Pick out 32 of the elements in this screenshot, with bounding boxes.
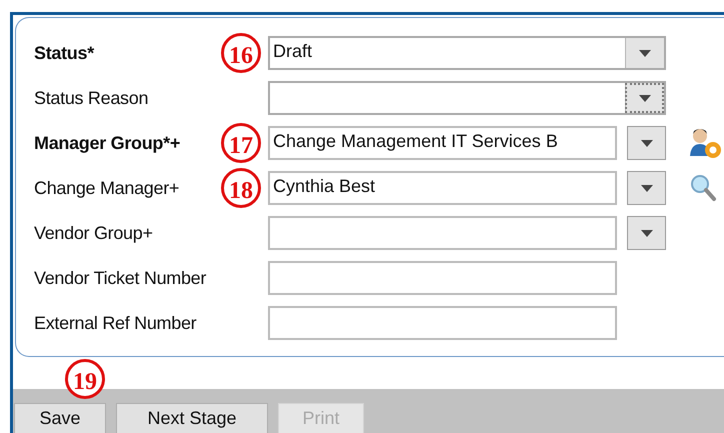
- user-icon[interactable]: [689, 126, 721, 160]
- input-field[interactable]: [268, 306, 617, 340]
- caret-icon: [639, 94, 651, 102]
- search-icon[interactable]: [689, 173, 717, 203]
- dropdown-button[interactable]: [625, 83, 664, 113]
- caret-icon: [640, 140, 652, 146]
- callout-number: 16: [221, 33, 261, 73]
- callout-number: 19: [65, 359, 105, 399]
- dropdown-field[interactable]: Draft: [268, 36, 666, 70]
- field-label: Status*: [34, 42, 94, 62]
- dropdown-button[interactable]: [625, 38, 664, 68]
- caret-icon: [639, 50, 651, 56]
- field-label: Change Manager+: [34, 178, 180, 198]
- input-field[interactable]: Cynthia Best: [268, 171, 617, 205]
- input-field[interactable]: Change Management IT Services B: [268, 126, 617, 160]
- dropdown-button[interactable]: [627, 171, 666, 205]
- caret-icon: [640, 184, 652, 192]
- field-label: Vendor Group+: [34, 222, 153, 242]
- callout-number: 18: [221, 168, 261, 208]
- field-label: Status Reason: [34, 88, 148, 108]
- toolbar-button[interactable]: Next Stage: [116, 403, 268, 433]
- input-field[interactable]: [268, 216, 617, 250]
- callout-number: 17: [221, 123, 261, 163]
- input-field[interactable]: [268, 261, 617, 295]
- field-label: Vendor Ticket Number: [34, 268, 206, 288]
- dropdown-button[interactable]: [627, 126, 666, 160]
- caret-icon: [640, 230, 652, 236]
- field-label: External Ref Number: [34, 312, 196, 332]
- toolbar-button[interactable]: Save: [14, 403, 106, 433]
- field-label: Manager Group*+: [34, 132, 180, 152]
- dropdown-button[interactable]: [627, 216, 666, 250]
- dropdown-field[interactable]: [268, 81, 666, 115]
